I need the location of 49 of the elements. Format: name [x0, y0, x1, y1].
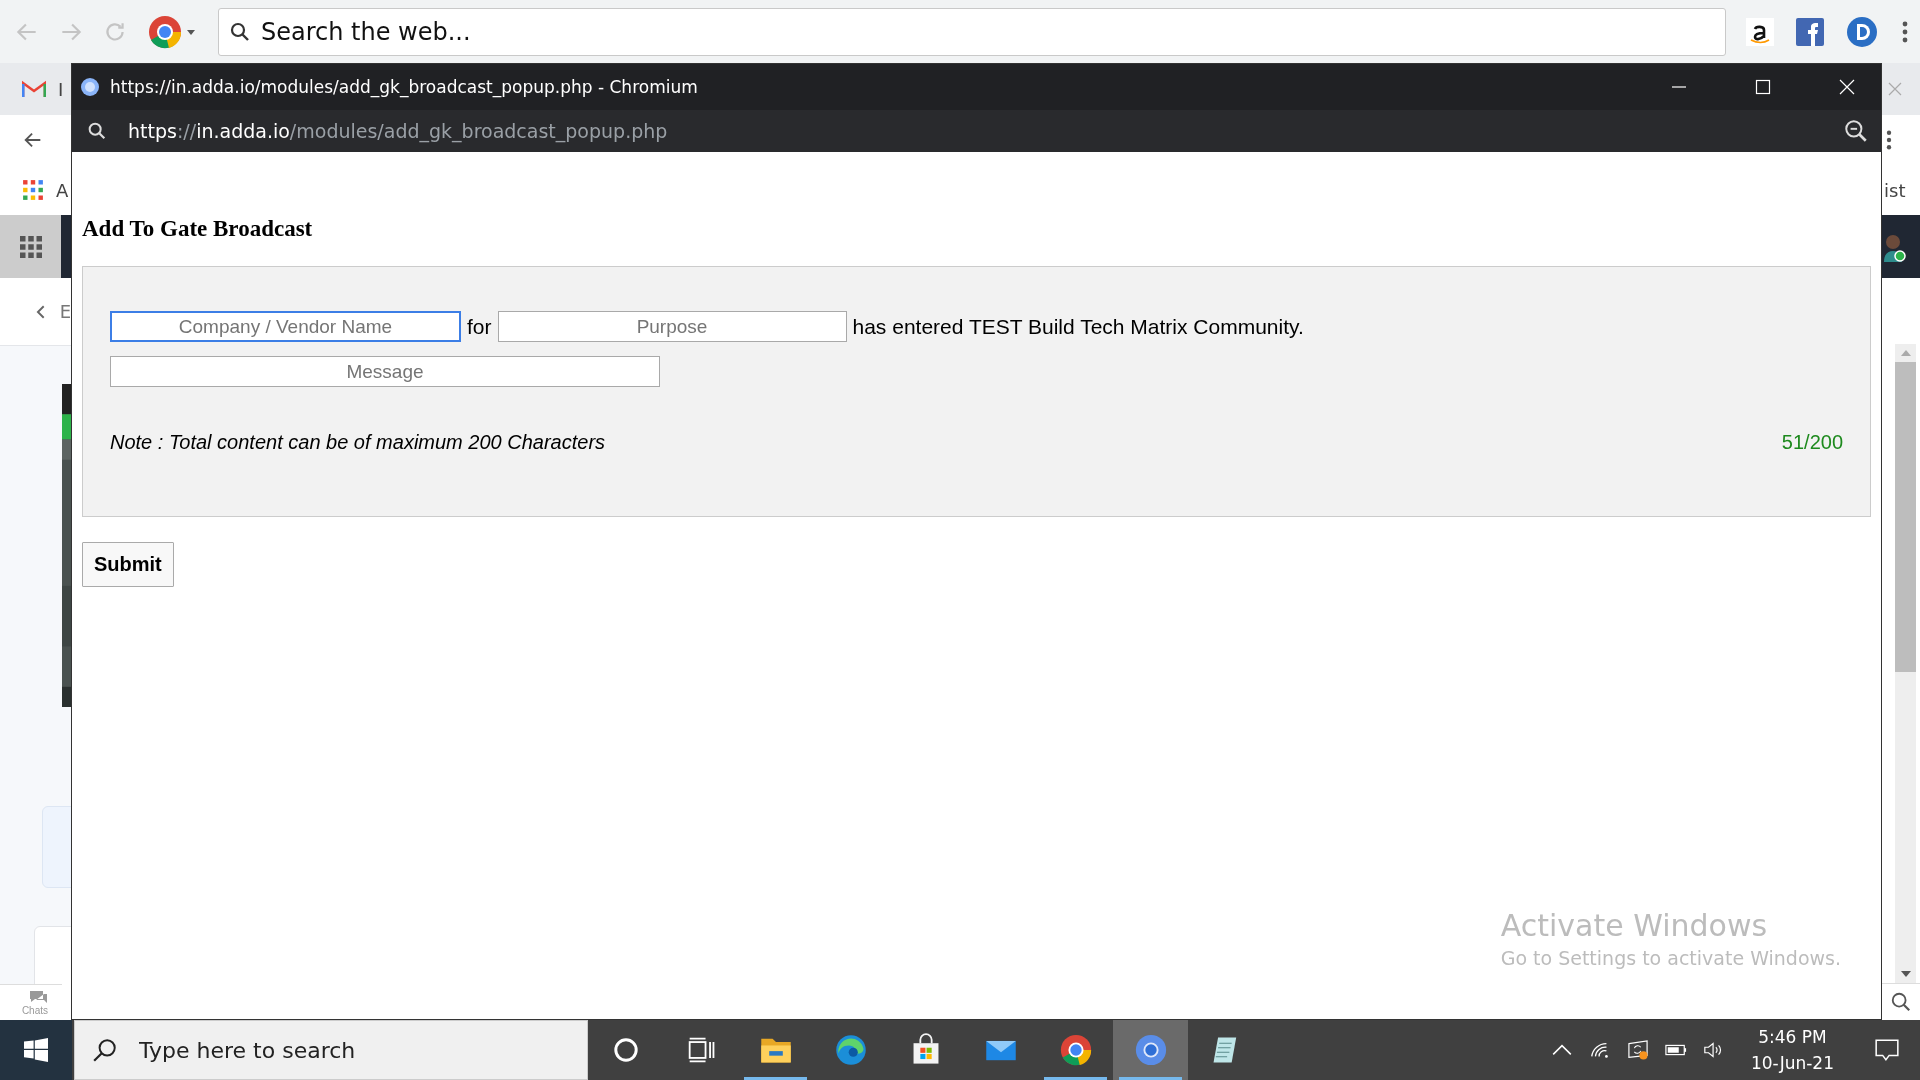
running-indicator	[1119, 1077, 1182, 1080]
connector-text: for	[467, 314, 492, 339]
window-title: https://in.adda.io/modules/add_gk_broadcast_popup.php - Chromium	[110, 77, 698, 97]
taskbar-search-field[interactable]: Type here to search	[74, 1020, 588, 1080]
character-counter: 51/200	[1781, 431, 1843, 454]
more-icon[interactable]	[1902, 20, 1908, 43]
profile-icon[interactable]	[1846, 15, 1878, 48]
url-text[interactable]: https://in.adda.io/modules/add_gk_broadcast_popup.php	[128, 120, 668, 142]
edge-icon	[833, 1033, 868, 1067]
chromium-icon	[1133, 1033, 1168, 1067]
running-indicator	[744, 1077, 807, 1080]
sentence-text: has entered TEST Build Tech Matrix Community.	[852, 314, 1304, 339]
note-text: Note : Total content can be of maximum 200 Characters	[110, 431, 606, 454]
input-field[interactable]: Purpose	[497, 311, 847, 342]
update-icon[interactable]	[1626, 1040, 1649, 1060]
windows-logo-icon	[24, 1038, 48, 1062]
amazon-icon[interactable]	[1746, 17, 1774, 46]
bookmark-label[interactable]: A	[56, 179, 69, 201]
wifi-icon[interactable]	[1588, 1040, 1611, 1060]
activation-text: Go to Settings to activate Windows.	[1500, 947, 1841, 969]
chat-icon	[28, 989, 48, 1005]
search-icon	[86, 120, 108, 142]
input-field[interactable]: Company / Vendor Name	[110, 311, 461, 342]
breadcrumb-text[interactable]: E	[59, 301, 71, 322]
running-indicator	[1044, 1077, 1107, 1080]
menu-button[interactable]	[0, 215, 61, 278]
message-field[interactable]: Message	[110, 356, 660, 387]
scrollbar[interactable]	[1895, 344, 1916, 983]
apps-grid-icon[interactable]	[22, 179, 44, 201]
bookmark-label[interactable]: ist	[1884, 179, 1906, 201]
gmail-icon[interactable]	[22, 80, 46, 98]
zoom-out-icon[interactable]	[1843, 118, 1869, 144]
chevron-left-icon[interactable]	[36, 303, 46, 320]
bookmark-label[interactable]: I	[58, 78, 64, 100]
search-icon	[92, 1037, 118, 1063]
grid-icon	[19, 235, 42, 258]
search-field[interactable]: Search the web...	[218, 7, 1726, 56]
start-button[interactable]	[0, 1020, 72, 1080]
activation-title: Activate Windows	[1500, 908, 1769, 943]
notification-icon[interactable]	[1874, 1038, 1900, 1062]
clock[interactable]: 5:46 PM 10-Jun-21	[1750, 1024, 1834, 1076]
maximize-icon[interactable]	[1755, 79, 1771, 95]
submit-button[interactable]: Submit	[82, 542, 174, 587]
scroll-down-icon[interactable]	[1900, 971, 1911, 977]
page-heading: Add To Gate Broadcast	[82, 216, 313, 242]
chrome-icon	[1058, 1033, 1093, 1067]
more-icon[interactable]	[1886, 130, 1892, 150]
facebook-icon[interactable]	[1796, 17, 1824, 46]
search-icon[interactable]	[1890, 991, 1912, 1013]
